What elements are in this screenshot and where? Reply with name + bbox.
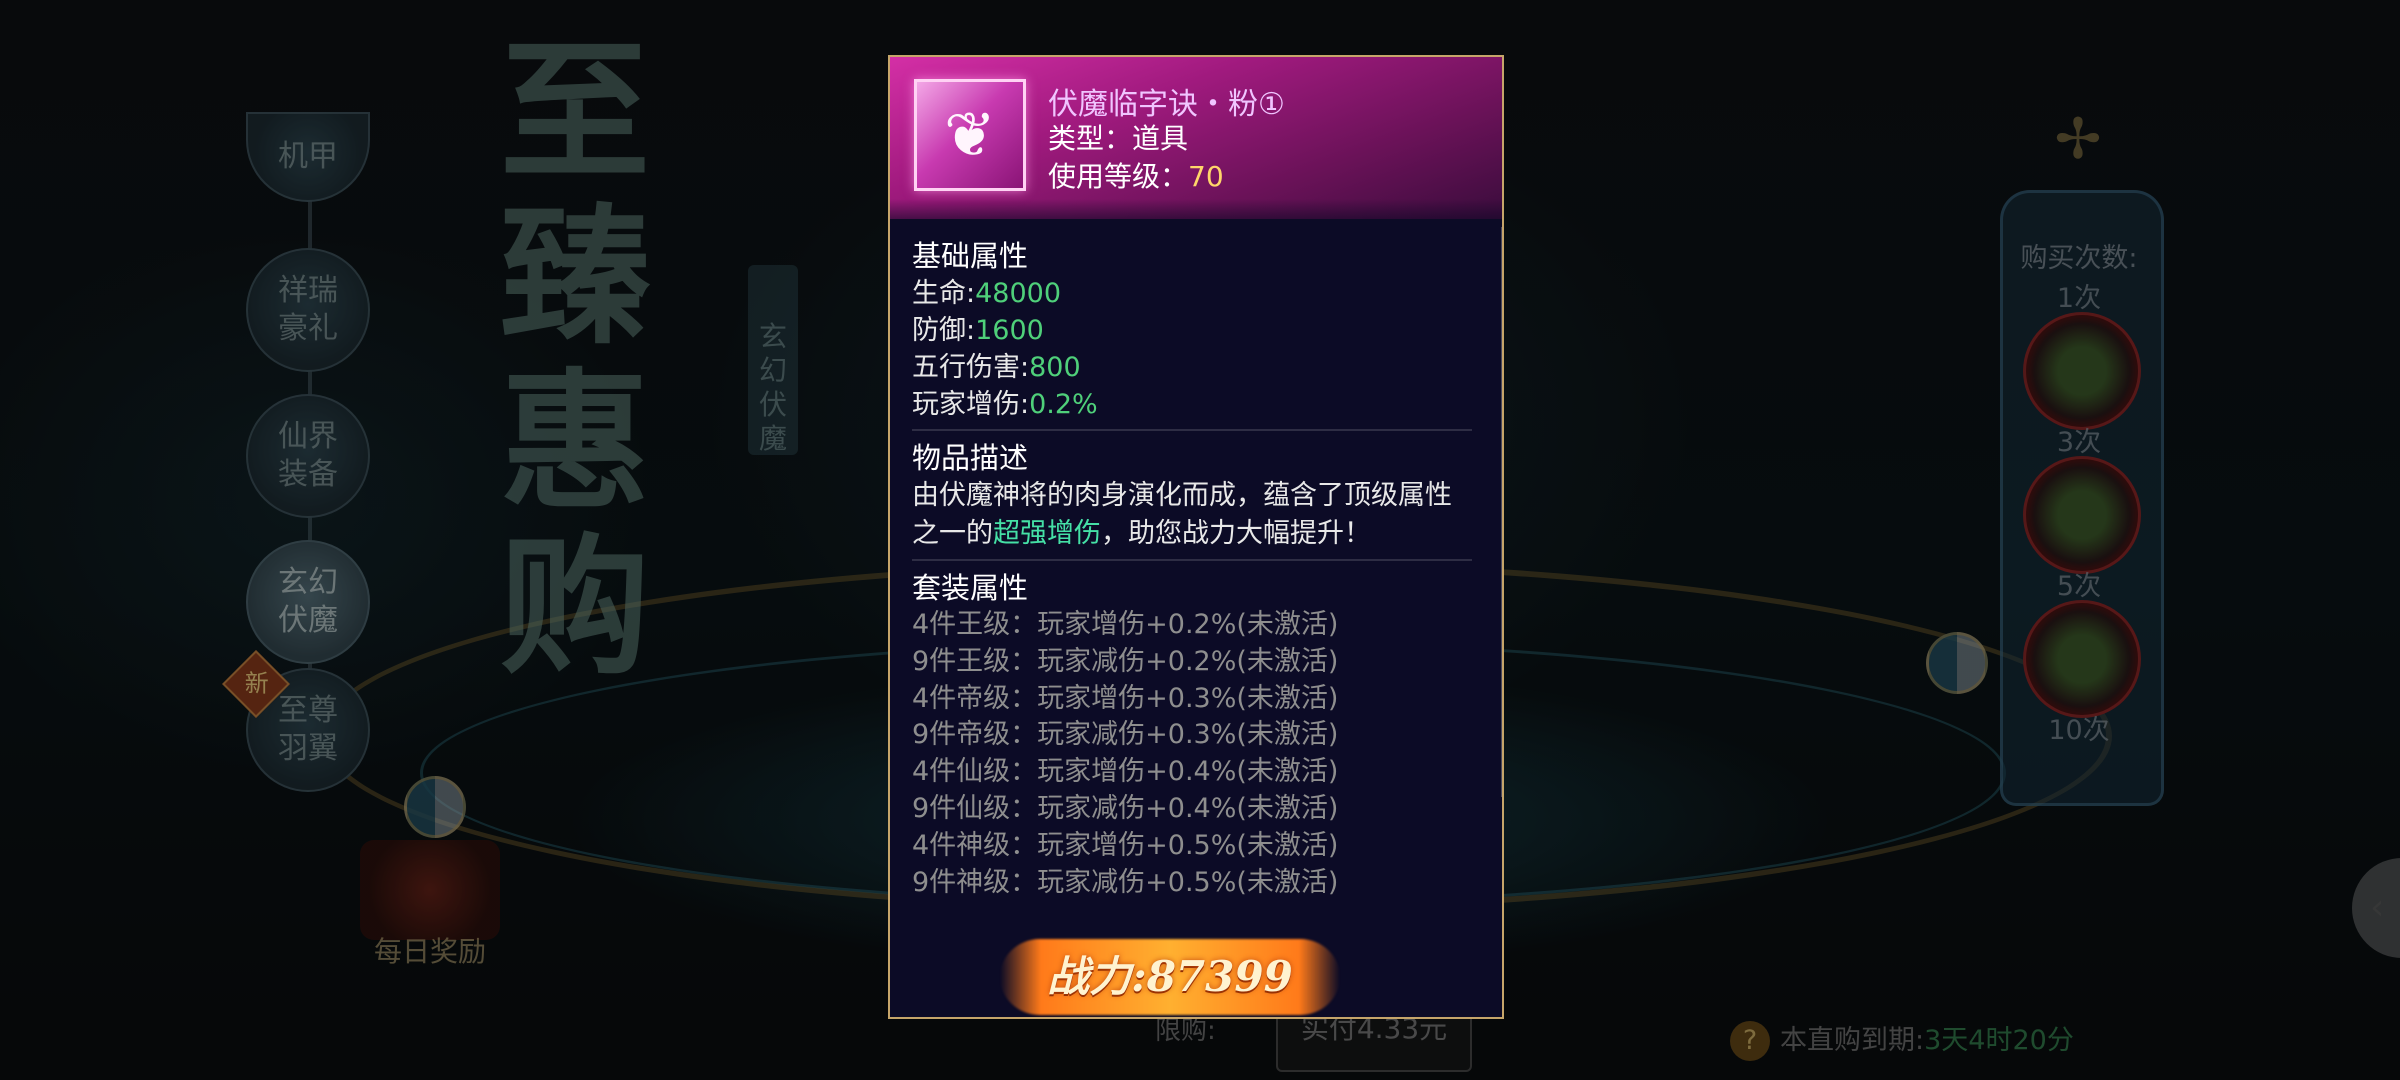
- item-tooltip: ❦ 伏魔临字诀・粉① 类型：道具 使用等级：70 基础属性 生命:48000 防…: [888, 55, 1504, 1019]
- combat-power-value: 战力:87399: [1047, 952, 1293, 1001]
- tooltip-header: ❦ 伏魔临字诀・粉① 类型：道具 使用等级：70: [890, 57, 1502, 219]
- level-value: 70: [1188, 160, 1224, 193]
- set-bonus-row: 4件帝级：玩家增伤+0.3%(未激活): [912, 682, 1339, 714]
- set-bonus-row: 9件神级：玩家减伤+0.5%(未激活): [912, 866, 1339, 898]
- stat-row-hp: 生命:48000: [912, 278, 1062, 309]
- tooltip-body: 基础属性 生命:48000 防御:1600 五行伤害:800 玩家增伤:0.2%…: [912, 237, 1472, 901]
- scroll-rune-icon: ❦: [944, 98, 996, 171]
- item-icon: ❦: [914, 79, 1026, 191]
- level-label: 使用等级：: [1048, 160, 1189, 193]
- set-bonus-row: 4件仙级：玩家增伤+0.4%(未激活): [912, 756, 1339, 788]
- item-level: 使用等级：70: [1048, 155, 1224, 195]
- set-bonus-row: 4件王级：玩家增伤+0.2%(未激活): [912, 609, 1339, 640]
- section-divider: [912, 559, 1472, 561]
- section-divider: [912, 429, 1472, 431]
- description-highlight: 超强增伤: [993, 518, 1101, 549]
- stat-row-defense: 防御:1600: [912, 315, 1044, 346]
- set-bonus-row: 9件王级：玩家减伤+0.2%(未激活): [912, 645, 1339, 677]
- set-bonus-row: 9件帝级：玩家减伤+0.3%(未激活): [912, 719, 1339, 751]
- combat-power-banner: 战力:87399: [1000, 917, 1340, 1017]
- base-attributes-title: 基础属性: [912, 239, 1029, 273]
- set-bonus-row: 4件神级：玩家增伤+0.5%(未激活): [912, 829, 1339, 861]
- set-attributes-title: 套装属性: [912, 571, 1029, 605]
- item-description-title: 物品描述: [912, 441, 1029, 475]
- stat-row-player-damage-bonus: 玩家增伤:0.2%: [912, 389, 1098, 420]
- set-bonus-row: 9件仙级：玩家减伤+0.4%(未激活): [912, 792, 1339, 824]
- item-type: 类型：道具: [1048, 122, 1189, 155]
- tooltip-scrollbar[interactable]: [1501, 227, 1502, 797]
- stat-row-element-damage: 五行伤害:800: [912, 352, 1081, 383]
- item-description: 由伏魔神将的肉身演化而成，蕴含了顶级属性之一的超强增伤，助您战力大幅提升！: [912, 480, 1452, 549]
